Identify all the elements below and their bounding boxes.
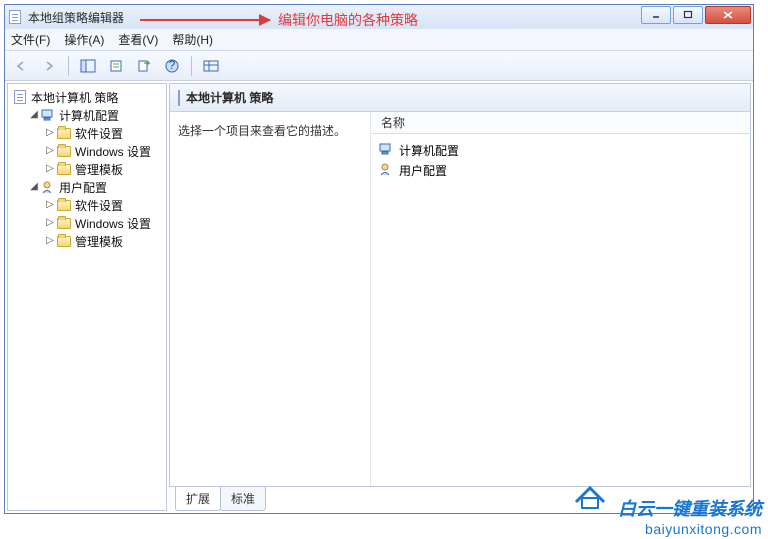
arrow-icon: [140, 19, 270, 21]
watermark: 白云一键重装系统 baiyunxitong.com: [618, 495, 762, 537]
folder-icon: [56, 215, 72, 231]
tree-label: Windows 设置: [75, 143, 151, 160]
tree-label: 软件设置: [75, 197, 123, 214]
folder-icon: [56, 125, 72, 141]
annotation-text: 编辑你电脑的各种策略: [278, 10, 418, 30]
list-item[interactable]: 用户配置: [379, 160, 742, 180]
content-box: 本地计算机 策略 选择一个项目来查看它的描述。 名称 计算机配置: [169, 83, 751, 487]
expander-icon[interactable]: ◢: [28, 181, 40, 193]
window: 本地组策略编辑器 文件(F) 操作(A) 查看(V) 帮助(H) ?: [4, 4, 754, 514]
content-body: 选择一个项目来查看它的描述。 名称 计算机配置 用户配置: [170, 112, 750, 486]
list-item-label: 计算机配置: [399, 142, 459, 159]
toolbar: ?: [5, 51, 753, 81]
tree-label: 软件设置: [75, 125, 123, 142]
app-icon: [9, 10, 23, 24]
tree-label: 用户配置: [59, 179, 107, 196]
list-items: 计算机配置 用户配置: [371, 134, 750, 186]
computer-icon: [40, 107, 56, 123]
expander-icon[interactable]: ▷: [44, 199, 56, 211]
user-icon: [379, 162, 393, 179]
description-panel: 选择一个项目来查看它的描述。: [170, 112, 370, 486]
help-button[interactable]: ?: [160, 54, 184, 78]
policy-icon: [12, 89, 28, 105]
tree-label: 计算机配置: [59, 107, 119, 124]
tree-pane[interactable]: 本地计算机 策略 ◢ 计算机配置 ▷ 软件设置 ▷ Windows 设置 ▷ 管理模板…: [7, 83, 167, 511]
main-split: 本地计算机 策略 ◢ 计算机配置 ▷ 软件设置 ▷ Windows 设置 ▷ 管理模板…: [5, 81, 753, 513]
expander-icon[interactable]: ◢: [28, 109, 40, 121]
expander-icon[interactable]: ▷: [44, 163, 56, 175]
tree-user-templates[interactable]: ▷ 管理模板: [42, 232, 164, 250]
forward-button[interactable]: [37, 54, 61, 78]
content-title: 本地计算机 策略: [186, 89, 273, 106]
tab-extended[interactable]: 扩展: [175, 487, 221, 511]
toolbar-separator: [191, 56, 192, 76]
menu-action[interactable]: 操作(A): [64, 31, 104, 48]
menu-help[interactable]: 帮助(H): [172, 31, 213, 48]
expander-icon[interactable]: ▷: [44, 127, 56, 139]
watermark-cn: 白云一键重装系统: [618, 495, 762, 521]
menu-file[interactable]: 文件(F): [11, 31, 50, 48]
content-header: 本地计算机 策略: [170, 84, 750, 112]
tree-label: Windows 设置: [75, 215, 151, 232]
policy-icon: [178, 91, 180, 105]
tree-root-label: 本地计算机 策略: [31, 89, 118, 106]
tree-user-config[interactable]: ◢ 用户配置: [26, 178, 164, 196]
export-list-button[interactable]: [132, 54, 156, 78]
annotation-callout: 编辑你电脑的各种策略: [140, 10, 418, 30]
toolbar-separator: [68, 56, 69, 76]
menubar: 文件(F) 操作(A) 查看(V) 帮助(H): [5, 29, 753, 51]
tree-label: 管理模板: [75, 233, 123, 250]
tab-standard[interactable]: 标准: [220, 487, 266, 511]
folder-icon: [56, 143, 72, 159]
tree-computer-config[interactable]: ◢ 计算机配置: [26, 106, 164, 124]
column-header-name[interactable]: 名称: [371, 112, 750, 134]
description-prompt: 选择一个项目来查看它的描述。: [178, 122, 362, 139]
list-panel: 名称 计算机配置 用户配置: [370, 112, 750, 486]
computer-icon: [379, 142, 393, 159]
tree-user-software[interactable]: ▷ 软件设置: [42, 196, 164, 214]
svg-text:?: ?: [169, 59, 176, 72]
window-title: 本地组策略编辑器: [28, 9, 124, 26]
watermark-logo: [572, 480, 608, 513]
back-button[interactable]: [9, 54, 33, 78]
tree-computer-templates[interactable]: ▷ 管理模板: [42, 160, 164, 178]
filter-button[interactable]: [199, 54, 223, 78]
minimize-button[interactable]: [641, 6, 671, 24]
tree-user-windows[interactable]: ▷ Windows 设置: [42, 214, 164, 232]
properties-button[interactable]: [104, 54, 128, 78]
tree-label: 管理模板: [75, 161, 123, 178]
list-item[interactable]: 计算机配置: [379, 140, 742, 160]
show-hide-tree-button[interactable]: [76, 54, 100, 78]
folder-icon: [56, 197, 72, 213]
expander-icon[interactable]: ▷: [44, 145, 56, 157]
close-button[interactable]: [705, 6, 751, 24]
tree-root[interactable]: 本地计算机 策略: [10, 88, 164, 106]
maximize-button[interactable]: [673, 6, 703, 24]
expander-icon[interactable]: ▷: [44, 217, 56, 229]
folder-icon: [56, 233, 72, 249]
list-item-label: 用户配置: [399, 162, 447, 179]
menu-view[interactable]: 查看(V): [118, 31, 158, 48]
content-pane: 本地计算机 策略 选择一个项目来查看它的描述。 名称 计算机配置: [169, 83, 751, 511]
window-controls: [641, 6, 751, 24]
user-icon: [40, 179, 56, 195]
tree-computer-software[interactable]: ▷ 软件设置: [42, 124, 164, 142]
folder-icon: [56, 161, 72, 177]
tree-computer-windows[interactable]: ▷ Windows 设置: [42, 142, 164, 160]
expander-icon[interactable]: ▷: [44, 235, 56, 247]
